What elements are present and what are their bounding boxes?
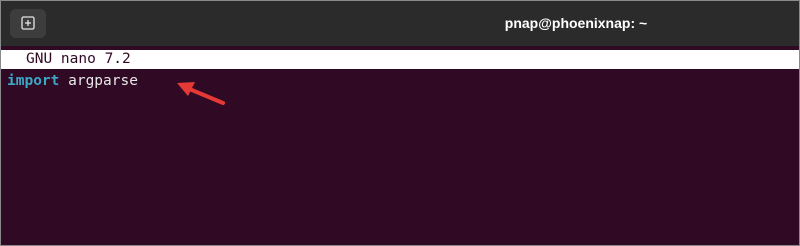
annotation-arrow-icon <box>177 82 225 105</box>
new-tab-button[interactable] <box>10 9 46 38</box>
nano-version-label: GNU nano 7.2 <box>26 51 131 67</box>
window-title: pnap@phoenixnap: ~ <box>504 15 648 31</box>
nano-title-bar: GNU nano 7.2 <box>1 50 799 69</box>
terminal-area[interactable]: GNU nano 7.2 import argparse <box>1 46 799 245</box>
keyword-import: import <box>7 73 60 89</box>
new-tab-icon <box>21 16 35 30</box>
title-bar: pnap@phoenixnap: ~ <box>1 1 799 46</box>
module-name: argparse <box>59 73 138 89</box>
editor-line-1[interactable]: import argparse <box>7 71 138 91</box>
terminal-window: pnap@phoenixnap: ~ GNU nano 7.2 import a… <box>0 0 800 246</box>
